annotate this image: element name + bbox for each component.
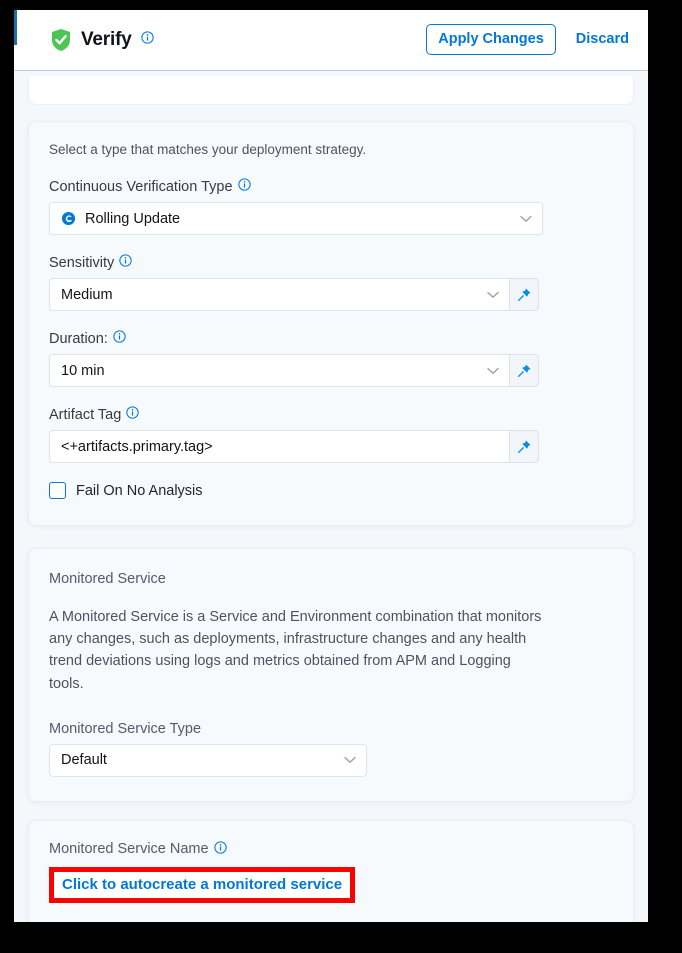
info-icon[interactable] <box>113 330 126 347</box>
apply-changes-button[interactable]: Apply Changes <box>426 24 556 55</box>
monitored-service-title: Monitored Service <box>49 571 166 587</box>
panel-header: Verify Apply Changes Discard <box>14 10 648 71</box>
monitored-service-type-value: Default <box>61 752 107 769</box>
sensitivity-row: Medium <box>49 278 613 311</box>
monitored-service-type-row: Default <box>49 743 613 777</box>
chevron-down-icon <box>520 211 532 227</box>
info-icon[interactable] <box>119 254 132 271</box>
artifact-tag-label-text: Artifact Tag <box>49 406 122 423</box>
verification-settings-card: Select a type that matches your deployme… <box>28 121 634 526</box>
cv-type-value: Rolling Update <box>85 210 181 227</box>
chevron-down-icon <box>487 363 499 379</box>
monitored-service-name-card: Monitored Service Name Click to autocrea… <box>28 819 634 922</box>
artifact-tag-pin-button[interactable] <box>509 430 539 463</box>
shield-check-icon <box>50 28 72 52</box>
page-title: Verify <box>81 29 132 50</box>
deployment-strategy-hint: Select a type that matches your deployme… <box>49 142 367 157</box>
header-accent-bar <box>14 10 17 45</box>
artifact-tag-row <box>49 430 613 463</box>
fail-on-no-analysis-checkbox[interactable] <box>49 482 66 499</box>
fail-on-no-analysis-row[interactable]: Fail On No Analysis <box>49 482 613 499</box>
info-icon[interactable] <box>237 178 251 195</box>
autocreate-highlight-box: Click to autocreate a monitored service <box>49 866 356 903</box>
monitored-service-type-label-text: Monitored Service Type <box>49 720 202 737</box>
previous-card-stub <box>28 76 634 105</box>
discard-button[interactable]: Discard <box>574 27 631 51</box>
duration-row: 10 min <box>49 354 613 387</box>
duration-label-text: Duration: <box>49 330 108 347</box>
chevron-down-icon <box>487 287 499 303</box>
sensitivity-select[interactable]: Medium <box>49 278 509 311</box>
artifact-tag-label: Artifact Tag <box>49 406 613 423</box>
cv-type-label-text: Continuous Verification Type <box>49 178 233 195</box>
monitored-service-type-label: Monitored Service Type <box>49 721 613 737</box>
cv-type-row: Rolling Update <box>49 202 613 235</box>
autocreate-monitored-service-link[interactable]: Click to autocreate a monitored service <box>54 871 351 898</box>
duration-value: 10 min <box>61 362 105 379</box>
info-icon[interactable] <box>213 841 227 858</box>
chevron-down-icon <box>344 752 356 768</box>
monitored-service-type-select[interactable]: Default <box>49 743 367 777</box>
duration-select[interactable]: 10 min <box>49 354 509 387</box>
fail-on-no-analysis-label: Fail On No Analysis <box>76 482 203 499</box>
sensitivity-pin-button[interactable] <box>509 278 539 311</box>
header-actions: Apply Changes Discard <box>426 24 631 55</box>
info-icon[interactable] <box>126 406 139 423</box>
monitored-service-name-label: Monitored Service Name <box>49 841 613 858</box>
info-icon[interactable] <box>140 31 154 49</box>
cv-type-label: Continuous Verification Type <box>49 178 613 195</box>
monitored-service-card: Monitored Service A Monitored Service is… <box>28 548 634 802</box>
monitored-service-description: A Monitored Service is a Service and Env… <box>49 609 542 692</box>
header-title-group: Verify <box>50 28 154 52</box>
rolling-update-icon <box>61 211 76 226</box>
sensitivity-label-text: Sensitivity <box>49 254 115 271</box>
verify-panel: Verify Apply Changes Discard Select a ty… <box>14 10 648 922</box>
cv-type-select[interactable]: Rolling Update <box>49 202 543 235</box>
sensitivity-value: Medium <box>61 286 113 303</box>
artifact-tag-input[interactable] <box>49 430 509 463</box>
monitored-service-name-label-text: Monitored Service Name <box>49 841 209 858</box>
duration-pin-button[interactable] <box>509 354 539 387</box>
sensitivity-label: Sensitivity <box>49 254 613 271</box>
duration-label: Duration: <box>49 330 613 347</box>
panel-body[interactable]: Select a type that matches your deployme… <box>14 71 648 922</box>
